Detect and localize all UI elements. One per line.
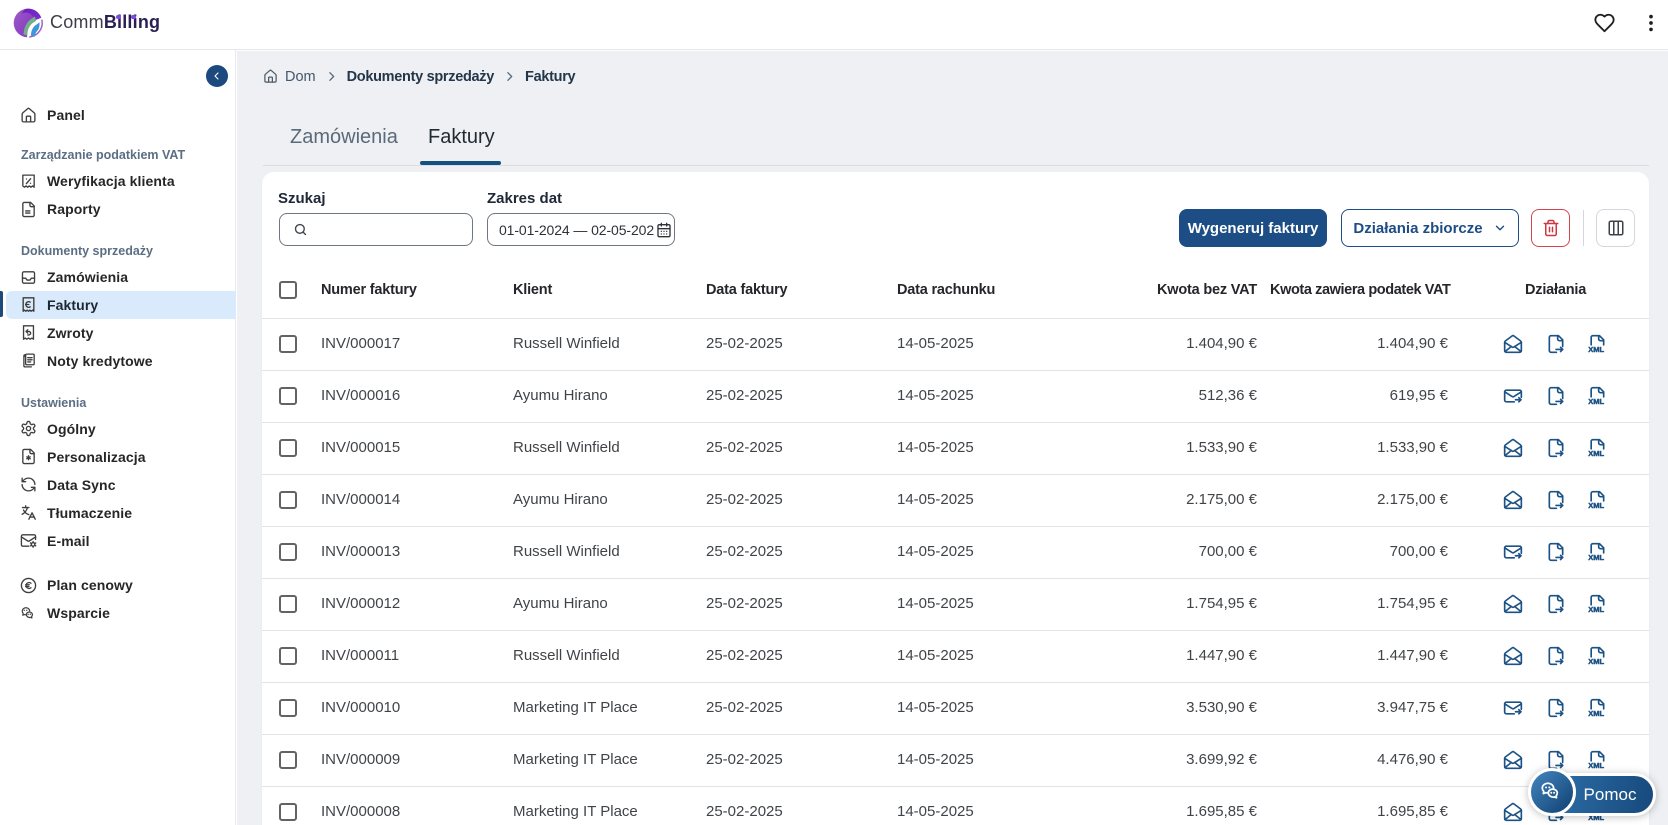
svg-text:XML: XML [1588, 553, 1604, 562]
svg-text:XML: XML [1588, 449, 1604, 458]
svg-text:XML: XML [1588, 709, 1604, 718]
svg-text:XML: XML [1588, 345, 1604, 354]
svg-text:XML: XML [1588, 397, 1604, 406]
svg-text:XML: XML [1588, 501, 1604, 510]
svg-text:XML: XML [1588, 657, 1604, 666]
svg-text:XML: XML [1588, 605, 1604, 614]
svg-text:XML: XML [1588, 761, 1604, 770]
